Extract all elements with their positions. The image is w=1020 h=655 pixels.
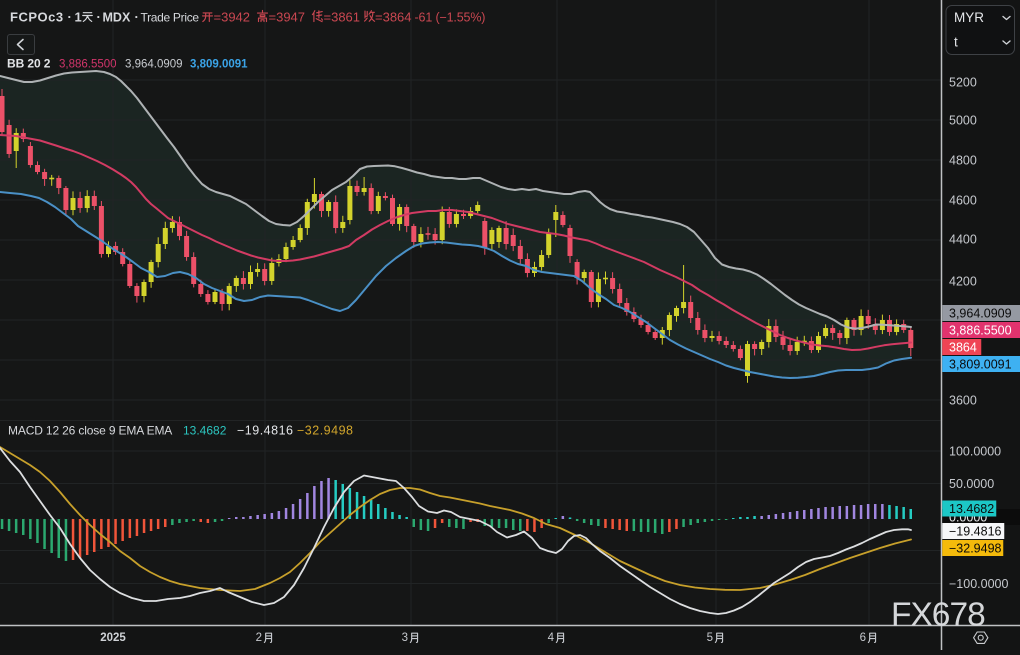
svg-text:1: 1 bbox=[75, 10, 82, 25]
svg-text:3,886.5500: 3,886.5500 bbox=[59, 59, 117, 71]
svg-text:−19.4816: −19.4816 bbox=[949, 525, 1002, 539]
svg-text:FX678: FX678 bbox=[891, 597, 985, 634]
svg-text:=3942: =3942 bbox=[214, 10, 251, 25]
svg-text:=3864: =3864 bbox=[375, 10, 412, 25]
svg-text:−32.9498: −32.9498 bbox=[949, 542, 1002, 556]
svg-text:5: 5 bbox=[707, 632, 713, 644]
svg-text:=3947: =3947 bbox=[269, 10, 306, 25]
svg-text:100.0000: 100.0000 bbox=[949, 445, 1001, 459]
svg-text:·: · bbox=[135, 10, 139, 25]
svg-text:FCPOc3: FCPOc3 bbox=[10, 10, 64, 25]
svg-text:BB 20 2: BB 20 2 bbox=[7, 57, 51, 71]
svg-text:−32.9498: −32.9498 bbox=[297, 424, 353, 438]
svg-text:−100.0000: −100.0000 bbox=[949, 577, 1008, 591]
svg-text:4600: 4600 bbox=[949, 194, 977, 208]
svg-text:3600: 3600 bbox=[949, 394, 977, 408]
svg-text:3,964.0909: 3,964.0909 bbox=[949, 307, 1012, 321]
svg-text:4200: 4200 bbox=[949, 275, 977, 289]
svg-text:·: · bbox=[97, 10, 101, 25]
svg-text:−19.4816: −19.4816 bbox=[237, 424, 293, 438]
svg-text:4800: 4800 bbox=[949, 154, 977, 168]
svg-text:2: 2 bbox=[256, 632, 262, 644]
svg-text:5200: 5200 bbox=[949, 76, 977, 90]
svg-text:MDX: MDX bbox=[103, 11, 131, 25]
svg-text:3: 3 bbox=[402, 632, 408, 644]
svg-text:-61 (−1.55%): -61 (−1.55%) bbox=[415, 11, 486, 25]
svg-text:4400: 4400 bbox=[949, 233, 977, 247]
svg-text:MACD 12 26 close 9 EMA EMA: MACD 12 26 close 9 EMA EMA bbox=[8, 424, 172, 438]
svg-text:13.4682: 13.4682 bbox=[183, 424, 227, 438]
svg-text:3,809.0091: 3,809.0091 bbox=[190, 59, 248, 71]
svg-text:3,886.5500: 3,886.5500 bbox=[949, 324, 1012, 338]
svg-text:t: t bbox=[954, 35, 958, 50]
svg-text:3,809.0091: 3,809.0091 bbox=[949, 358, 1012, 372]
svg-text:3864: 3864 bbox=[949, 341, 977, 355]
svg-text:5000: 5000 bbox=[949, 114, 977, 128]
svg-text:Trade Price: Trade Price bbox=[141, 11, 200, 25]
svg-text:50.0000: 50.0000 bbox=[949, 477, 994, 491]
svg-text:·: · bbox=[68, 10, 72, 25]
svg-text:13.4682: 13.4682 bbox=[949, 502, 994, 516]
svg-text:=3861: =3861 bbox=[324, 10, 361, 25]
svg-text:3,964.0909: 3,964.0909 bbox=[125, 59, 183, 71]
svg-text:2025: 2025 bbox=[100, 632, 126, 644]
svg-text:6: 6 bbox=[860, 632, 866, 644]
svg-text:MYR: MYR bbox=[954, 10, 984, 25]
svg-text:4: 4 bbox=[548, 632, 555, 644]
